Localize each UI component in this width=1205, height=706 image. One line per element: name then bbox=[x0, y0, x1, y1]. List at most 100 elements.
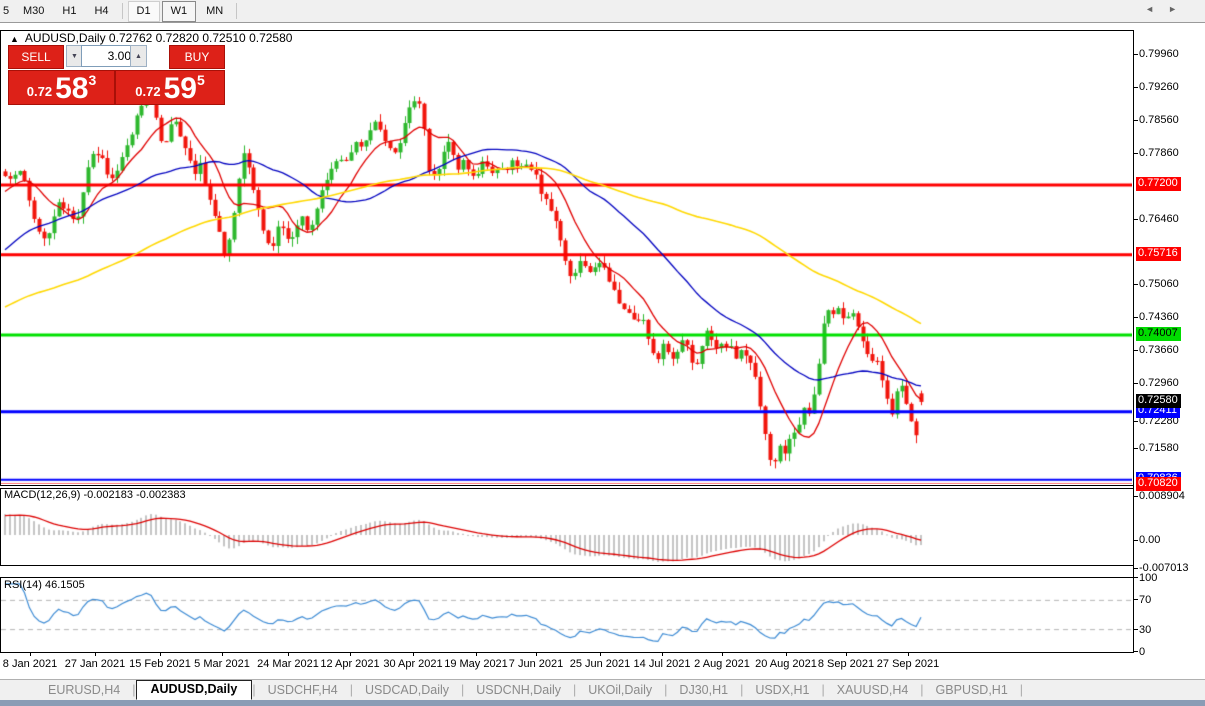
price-tick-mark bbox=[1134, 284, 1138, 286]
toolbar-separator bbox=[121, 3, 123, 19]
date-tick-mark bbox=[786, 652, 787, 656]
date-tick-mark bbox=[846, 652, 847, 656]
volume-input[interactable] bbox=[81, 45, 136, 67]
date-tick-mark bbox=[160, 652, 161, 656]
date-label: 24 Mar 2021 bbox=[257, 658, 319, 670]
price-tick-label: 0.78560 bbox=[1139, 114, 1179, 127]
chart-tab-gbpusd[interactable]: GBPUSD,H1 bbox=[924, 681, 1020, 699]
macd-tick-mark bbox=[1134, 567, 1138, 569]
macd-tick-label: 0.00 bbox=[1139, 534, 1161, 547]
price-tick-label: 0.73660 bbox=[1139, 344, 1179, 357]
date-tick-mark bbox=[662, 652, 663, 656]
timeframe-button-5[interactable]: 5 bbox=[1, 2, 13, 21]
date-tick-mark bbox=[350, 652, 351, 656]
sell-price-big: 58 bbox=[55, 72, 89, 105]
price-tick-mark bbox=[1134, 350, 1138, 352]
sell-button[interactable]: SELL bbox=[8, 45, 64, 69]
date-label: 7 Jun 2021 bbox=[508, 658, 564, 670]
macd-indicator-label: MACD(12,26,9) -0.002183 -0.002383 bbox=[4, 489, 186, 501]
collapse-panel-icon[interactable]: ▲ bbox=[10, 34, 19, 44]
date-tick-mark bbox=[413, 652, 414, 656]
price-tick-label: 0.76460 bbox=[1139, 212, 1179, 225]
price-tick-label: 0.79960 bbox=[1139, 48, 1179, 61]
tab-scroll-arrows[interactable]: ◄► bbox=[1145, 4, 1191, 14]
date-tick-mark bbox=[95, 652, 96, 656]
price-axis-line bbox=[1133, 30, 1134, 653]
date-tick-mark bbox=[222, 652, 223, 656]
date-tick-mark bbox=[908, 652, 909, 656]
chart-tab-usdcad[interactable]: USDCAD,Daily bbox=[353, 681, 461, 699]
rsi-pane[interactable] bbox=[0, 577, 1134, 653]
date-label: 14 Jul 2021 bbox=[633, 658, 691, 670]
rsi-tick-mark bbox=[1134, 599, 1138, 601]
date-label: 5 Mar 2021 bbox=[194, 658, 250, 670]
mt4-window: 5 M30 H1 H4 D1 W1 MN ▲ AUDUSD,Daily 0.72762 0.7… bbox=[0, 0, 1205, 706]
rsi-tick-mark bbox=[1134, 577, 1138, 578]
chart-title-text: AUDUSD,Daily 0.72762 0.72820 0.72510 0.7… bbox=[24, 31, 293, 45]
sell-price-sup: 3 bbox=[88, 72, 97, 88]
timeframe-button-mn[interactable]: MN bbox=[198, 2, 231, 21]
price-tick-mark bbox=[1134, 120, 1138, 122]
timeframe-button-m30[interactable]: M30 bbox=[15, 2, 52, 21]
buy-price-sup: 5 bbox=[196, 72, 205, 88]
one-click-trade-panel: SELL ▼ ▲ BUY 0.72583 0.72595 bbox=[8, 45, 225, 123]
price-tick-label: 0.75060 bbox=[1139, 278, 1179, 291]
chart-title: ▲ AUDUSD,Daily 0.72762 0.72820 0.72510 0.… bbox=[10, 31, 292, 45]
macd-tick-label: 0.008904 bbox=[1139, 489, 1185, 502]
tab-separator: | bbox=[1019, 683, 1024, 697]
price-tick-mark bbox=[1134, 420, 1138, 422]
rsi-tick-mark bbox=[1134, 651, 1138, 652]
price-tick-mark bbox=[1134, 153, 1138, 154]
chart-tab-dj30[interactable]: DJ30,H1 bbox=[667, 681, 740, 699]
price-level-label: 0.74007 bbox=[1136, 326, 1181, 341]
buy-price-button[interactable]: 0.72 59 5 bbox=[115, 70, 225, 105]
date-label: 2 Aug 2021 bbox=[694, 658, 750, 670]
rsi-tick-label: 0 bbox=[1139, 646, 1146, 658]
toolbar-separator bbox=[236, 3, 238, 19]
price-level-label: 0.77200 bbox=[1136, 177, 1181, 191]
chart-tab-usdchf[interactable]: USDCHF,H4 bbox=[256, 681, 350, 699]
date-label: 20 Aug 2021 bbox=[755, 658, 817, 670]
date-label: 27 Jan 2021 bbox=[64, 658, 126, 670]
chart-tab-usdx[interactable]: USDX,H1 bbox=[743, 681, 821, 699]
window-bottom-edge bbox=[0, 700, 1205, 706]
rsi-indicator-label: RSI(14) 46.1505 bbox=[4, 579, 85, 591]
timeframe-toolbar: 5 M30 H1 H4 D1 W1 MN bbox=[0, 0, 1205, 23]
chart-tab-audusd[interactable]: AUDUSD,Daily bbox=[135, 680, 253, 700]
price-tick-mark bbox=[1134, 54, 1138, 56]
date-label: 25 Jun 2021 bbox=[569, 658, 631, 670]
chart-tab-usdcnh[interactable]: USDCNH,Daily bbox=[464, 681, 573, 699]
chart-tab-ukoil[interactable]: UKOil,Daily bbox=[576, 681, 664, 699]
chart-tab-xauusd[interactable]: XAUUSD,H4 bbox=[825, 681, 921, 699]
timeframe-button-h1[interactable]: H1 bbox=[54, 2, 84, 21]
sell-price-prefix: 0.72 bbox=[26, 84, 53, 99]
timeframe-button-h4[interactable]: H4 bbox=[86, 2, 116, 21]
price-tick-mark bbox=[1134, 383, 1138, 385]
macd-tick-mark bbox=[1134, 540, 1138, 542]
date-tick-mark bbox=[600, 652, 601, 656]
date-tick-mark bbox=[30, 652, 31, 656]
price-tick-label: 0.72960 bbox=[1139, 377, 1179, 390]
date-label: 8 Jan 2021 bbox=[2, 658, 58, 670]
date-tick-mark bbox=[288, 652, 289, 656]
chart-window: ▲ AUDUSD,Daily 0.72762 0.72820 0.72510 0.… bbox=[0, 23, 1205, 679]
date-tick-mark bbox=[476, 652, 477, 656]
date-label: 8 Sep 2021 bbox=[817, 658, 875, 670]
rsi-canvas[interactable] bbox=[1, 578, 1132, 651]
rsi-tick-label: 100 bbox=[1139, 572, 1158, 584]
buy-button[interactable]: BUY bbox=[169, 45, 225, 69]
timeframe-button-w1[interactable]: W1 bbox=[161, 0, 197, 22]
chart-tab-eurusd[interactable]: EURUSD,H4 bbox=[36, 681, 132, 699]
current-price-label: 0.72580 bbox=[1136, 393, 1181, 408]
date-label: 12 Apr 2021 bbox=[320, 658, 380, 670]
date-tick-mark bbox=[536, 652, 537, 656]
price-tick-mark bbox=[1134, 218, 1138, 220]
price-tick-mark bbox=[1134, 317, 1138, 319]
price-tick-label: 0.77860 bbox=[1139, 147, 1179, 159]
sell-price-button[interactable]: 0.72 58 3 bbox=[8, 70, 115, 105]
timeframe-button-d1[interactable]: D1 bbox=[127, 0, 160, 22]
date-label: 15 Feb 2021 bbox=[129, 658, 191, 670]
rsi-tick-mark bbox=[1134, 628, 1138, 630]
chart-tab-bar: EURUSD,H4 | AUDUSD,Daily | USDCHF,H4 | USDCAD,… bbox=[0, 679, 1205, 700]
volume-increase-button[interactable]: ▲ bbox=[130, 45, 147, 67]
